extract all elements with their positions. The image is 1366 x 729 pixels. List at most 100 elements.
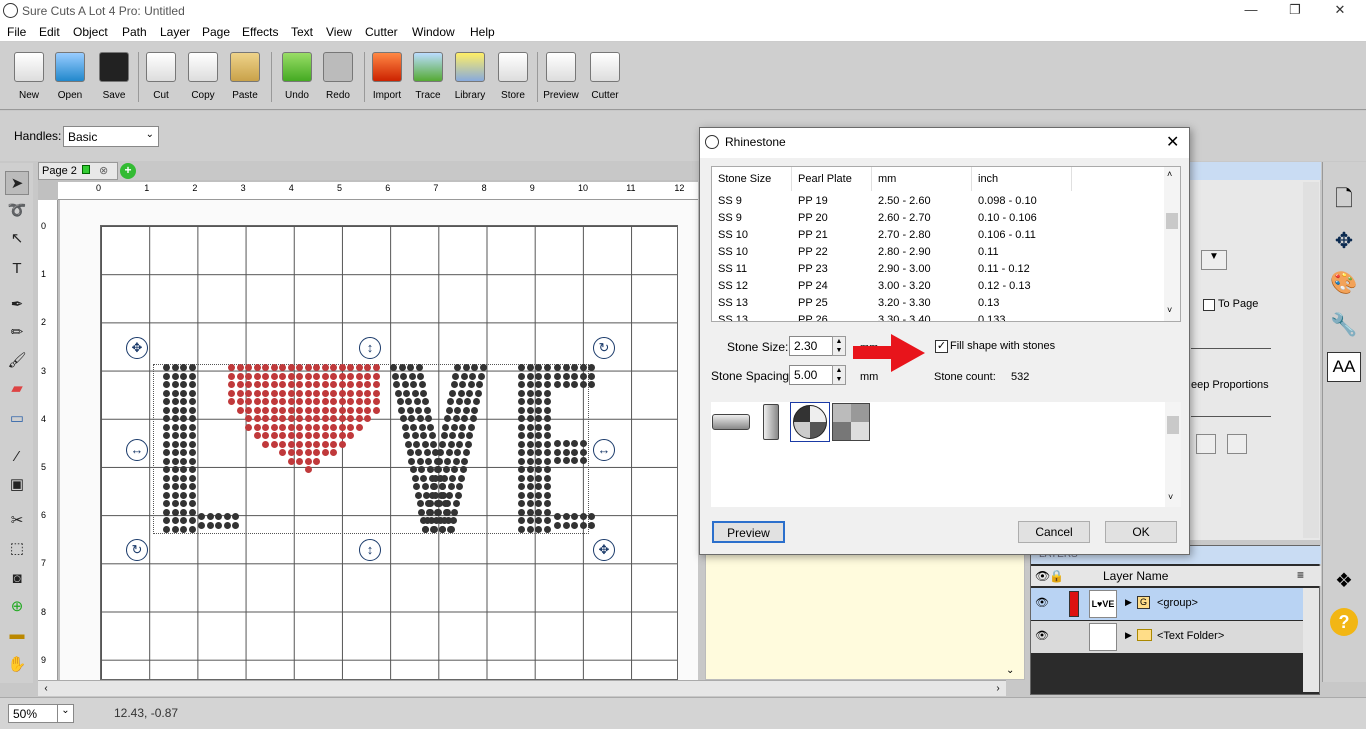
undo-button[interactable]: Undo bbox=[277, 50, 317, 106]
move-icon[interactable]: ✥ bbox=[1327, 224, 1361, 258]
library-button[interactable]: Library bbox=[450, 50, 490, 106]
new-button[interactable]: New bbox=[9, 50, 49, 106]
minimize-button[interactable]: — bbox=[1236, 2, 1266, 20]
copy-button[interactable]: Copy bbox=[183, 50, 223, 106]
ruler-icon[interactable]: ▬ bbox=[5, 623, 29, 647]
table-row[interactable]: SS 9 PP 19 2.50 - 2.60 0.098 - 0.10 bbox=[712, 193, 1164, 210]
brush-icon[interactable]: 🖌 bbox=[5, 349, 29, 373]
table-row[interactable]: SS 13 PP 25 3.20 - 3.30 0.13 bbox=[712, 295, 1164, 312]
cutter-button[interactable]: Cutter bbox=[585, 50, 625, 106]
resize-horizontal-icon[interactable]: ↔ bbox=[593, 439, 615, 461]
menu-cutter[interactable]: Cutter bbox=[365, 25, 398, 39]
rotate-handle-icon[interactable]: ↻ bbox=[126, 539, 148, 561]
rectangle-stone-icon[interactable] bbox=[711, 402, 751, 442]
resize-vertical-icon[interactable]: ↕ bbox=[359, 539, 381, 561]
baguette-stone-icon[interactable] bbox=[751, 402, 791, 442]
knife-icon[interactable]: ✂ bbox=[5, 509, 29, 533]
save-button[interactable]: Save bbox=[94, 50, 134, 106]
rectangle-tool-icon[interactable]: ▭ bbox=[5, 407, 29, 431]
close-page-icon[interactable]: ⊗ bbox=[99, 164, 108, 177]
eye-icon[interactable]: 👁 bbox=[1035, 596, 1049, 609]
eraser-icon[interactable]: ▰ bbox=[5, 377, 29, 401]
preview-button[interactable]: Preview bbox=[541, 50, 581, 106]
redo-button[interactable]: Redo bbox=[318, 50, 358, 106]
pen-tool-icon[interactable]: ✒ bbox=[5, 293, 29, 317]
menu-edit[interactable]: Edit bbox=[39, 25, 60, 39]
dropdown-arrow-icon[interactable]: ▼ bbox=[1201, 250, 1227, 270]
cut-button[interactable]: Cut bbox=[141, 50, 181, 106]
table-row[interactable]: SS 10 PP 21 2.70 - 2.80 0.106 - 0.11 bbox=[712, 227, 1164, 244]
table-scrollbar[interactable]: ˄ ˅ bbox=[1164, 167, 1180, 321]
resize-both-icon[interactable]: ✥ bbox=[593, 539, 615, 561]
stone-spacing-stepper[interactable]: ▲ ▼ bbox=[832, 365, 846, 385]
table-row[interactable]: SS 11 PP 23 2.90 - 3.00 0.11 - 0.12 bbox=[712, 261, 1164, 278]
chevron-down-icon[interactable]: ˅ bbox=[1167, 305, 1172, 315]
menu-window[interactable]: Window bbox=[412, 25, 455, 39]
menu-effects[interactable]: Effects bbox=[242, 25, 278, 39]
handles-select[interactable]: Basic ⌄ bbox=[63, 126, 159, 147]
menu-layer[interactable]: Layer bbox=[160, 25, 190, 39]
square-stone-icon[interactable] bbox=[831, 402, 871, 442]
dialog-close-icon[interactable]: ✕ bbox=[1166, 132, 1179, 152]
eyedropper-icon[interactable]: ⁄ bbox=[5, 445, 29, 469]
menu-view[interactable]: View bbox=[326, 25, 352, 39]
menu-page[interactable]: Page bbox=[202, 25, 230, 39]
layers-icon[interactable]: ❖ bbox=[1327, 564, 1361, 598]
color-palette-icon[interactable]: 🎨 bbox=[1327, 266, 1361, 300]
col-pearl-plate[interactable]: Pearl Plate bbox=[792, 167, 872, 191]
page-tab[interactable]: Page 2 ⊗ bbox=[38, 162, 118, 180]
scroll-right-icon[interactable]: › bbox=[990, 681, 1006, 697]
fill-shape-checkbox[interactable]: ✓ bbox=[935, 340, 948, 353]
text-tool-icon[interactable]: T bbox=[5, 257, 29, 281]
table-row[interactable]: SS 10 PP 22 2.80 - 2.90 0.11 bbox=[712, 244, 1164, 261]
pencil-icon[interactable]: ✏ bbox=[5, 321, 29, 345]
gradient-icon[interactable]: ▣ bbox=[5, 473, 29, 497]
close-button[interactable]: ✕ bbox=[1325, 2, 1355, 20]
to-page-checkbox[interactable] bbox=[1203, 299, 1215, 311]
resize-horizontal-icon[interactable]: ↔ bbox=[126, 439, 148, 461]
store-button[interactable]: Store bbox=[493, 50, 533, 106]
text-style-icon[interactable]: AA bbox=[1327, 352, 1361, 382]
select-arrow-icon[interactable]: ➤ bbox=[5, 171, 29, 195]
preview-button[interactable]: Preview bbox=[712, 521, 785, 543]
layer-row[interactable]: 👁 ▶ <Text Folder> bbox=[1031, 621, 1303, 653]
layers-scrollbar[interactable] bbox=[1303, 588, 1319, 692]
table-row[interactable]: SS 13 PP 26 3.30 - 3.40 0.133 bbox=[712, 312, 1164, 321]
horizontal-scrollbar[interactable]: ‹ › bbox=[38, 680, 1006, 696]
stone-size-table[interactable]: Stone Size Pearl Plate mm inch SS 9 PP 19… bbox=[711, 166, 1181, 322]
layer-color-swatch[interactable] bbox=[1069, 591, 1079, 617]
node-edit-icon[interactable]: ↖ bbox=[5, 227, 29, 251]
stone-size-stepper[interactable]: ▲ ▼ bbox=[832, 336, 846, 356]
restore-button[interactable]: ❐ bbox=[1280, 2, 1310, 20]
help-icon[interactable]: ? bbox=[1330, 608, 1358, 636]
resize-vertical-icon[interactable]: ↕ bbox=[359, 337, 381, 359]
paste-button[interactable]: Paste bbox=[225, 50, 265, 106]
menu-help[interactable]: Help bbox=[470, 25, 495, 39]
wrench-icon[interactable]: 🔧 bbox=[1327, 308, 1361, 342]
add-page-icon[interactable]: + bbox=[120, 163, 136, 179]
panel-scrollbar[interactable] bbox=[1303, 182, 1319, 538]
import-button[interactable]: Import bbox=[367, 50, 407, 106]
chevron-up-icon[interactable]: ˄ bbox=[1167, 169, 1172, 179]
stone-size-input[interactable]: 2.30 bbox=[789, 336, 833, 356]
scroll-thumb[interactable] bbox=[1166, 213, 1178, 229]
menu-text[interactable]: Text bbox=[291, 25, 313, 39]
zoom-icon[interactable]: ⊕ bbox=[5, 595, 29, 619]
scroll-left-icon[interactable]: ‹ bbox=[38, 681, 54, 697]
col-inch[interactable]: inch bbox=[972, 167, 1072, 191]
table-row[interactable]: SS 9 PP 20 2.60 - 2.70 0.10 - 0.106 bbox=[712, 210, 1164, 227]
stone-spacing-input[interactable]: 5.00 bbox=[789, 365, 833, 385]
open-button[interactable]: Open bbox=[50, 50, 90, 106]
flip-icon[interactable] bbox=[1196, 434, 1216, 454]
layer-row[interactable]: 👁 L♥VE ▶ G <group> bbox=[1031, 588, 1303, 620]
cancel-button[interactable]: Cancel bbox=[1018, 521, 1090, 543]
menu-file[interactable]: File bbox=[7, 25, 26, 39]
col-stone-size[interactable]: Stone Size bbox=[712, 167, 792, 191]
menu-icon[interactable]: ≡ bbox=[1297, 568, 1304, 582]
col-mm[interactable]: mm bbox=[872, 167, 972, 191]
expand-arrow-icon[interactable]: ▶ bbox=[1125, 597, 1132, 608]
menu-path[interactable]: Path bbox=[122, 25, 147, 39]
document-icon[interactable]: 🗋 bbox=[1327, 182, 1361, 216]
chevron-down-icon[interactable]: ⌄ bbox=[1006, 665, 1014, 676]
hand-pan-icon[interactable]: ✋ bbox=[5, 653, 29, 677]
